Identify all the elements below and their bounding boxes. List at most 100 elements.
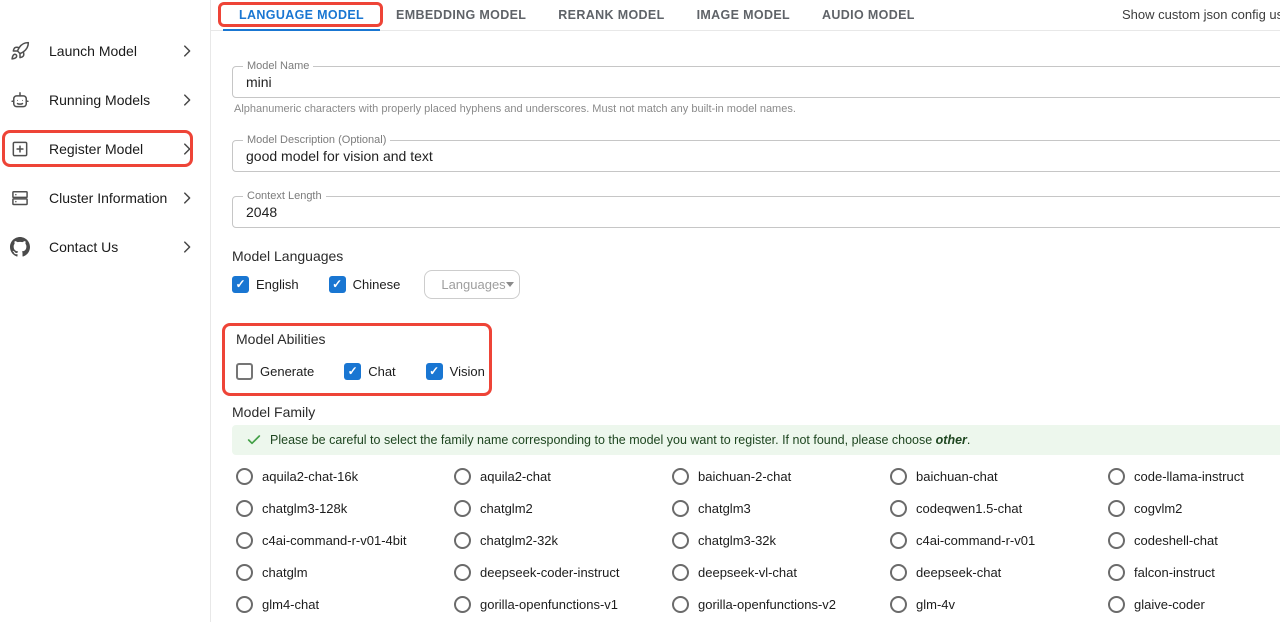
radio-chatglm3[interactable]: chatglm3 xyxy=(668,492,886,524)
radio-label: chatglm3-128k xyxy=(262,501,347,516)
radio-codeqwen1-5-chat[interactable]: codeqwen1.5-chat xyxy=(886,492,1104,524)
checkbox-icon[interactable] xyxy=(232,276,249,293)
radio-icon[interactable] xyxy=(236,532,253,549)
radio-codeshell-chat[interactable]: codeshell-chat xyxy=(1104,524,1280,556)
radio-icon[interactable] xyxy=(236,500,253,517)
radio-icon[interactable] xyxy=(890,468,907,485)
check-icon xyxy=(246,432,262,448)
checkbox-icon[interactable] xyxy=(236,363,253,380)
checkbox-icon[interactable] xyxy=(344,363,361,380)
radio-chatglm2[interactable]: chatglm2 xyxy=(450,492,668,524)
radio-baichuan-chat[interactable]: baichuan-chat xyxy=(886,460,1104,492)
sidebar-item-register-model[interactable]: Register Model xyxy=(0,124,210,173)
radio-icon[interactable] xyxy=(672,532,689,549)
radio-icon[interactable] xyxy=(1108,596,1125,613)
radio-icon[interactable] xyxy=(236,468,253,485)
radio-glaive-coder[interactable]: glaive-coder xyxy=(1104,588,1280,620)
context-length-field[interactable]: Context Length 2048 xyxy=(232,196,1280,228)
radio-icon[interactable] xyxy=(454,500,471,517)
radio-icon[interactable] xyxy=(454,532,471,549)
radio-label: chatglm xyxy=(262,565,308,580)
main-content: LANGUAGE MODELEMBEDDING MODELRERANK MODE… xyxy=(211,0,1280,622)
radio-aquila2-chat[interactable]: aquila2-chat xyxy=(450,460,668,492)
ability-checkbox-chat[interactable]: Chat xyxy=(344,363,395,380)
radio-icon[interactable] xyxy=(454,468,471,485)
radio-c4ai-command-r-v01-4bit[interactable]: c4ai-command-r-v01-4bit xyxy=(232,524,450,556)
radio-icon[interactable] xyxy=(454,564,471,581)
radio-label: c4ai-command-r-v01-4bit xyxy=(262,533,407,548)
radio-glm4-chat[interactable]: glm4-chat xyxy=(232,588,450,620)
tab-audio-model[interactable]: AUDIO MODEL xyxy=(806,0,931,30)
radio-label: glaive-coder xyxy=(1134,597,1205,612)
radio-baichuan-2-chat[interactable]: baichuan-2-chat xyxy=(668,460,886,492)
robot-icon xyxy=(10,90,30,110)
radio-chatglm3-32k[interactable]: chatglm3-32k xyxy=(668,524,886,556)
radio-icon[interactable] xyxy=(672,468,689,485)
sidebar-item-running-models[interactable]: Running Models xyxy=(0,75,210,124)
radio-chatglm[interactable]: chatglm xyxy=(232,556,450,588)
sidebar-item-label: Launch Model xyxy=(49,43,178,59)
radio-icon[interactable] xyxy=(1108,500,1125,517)
radio-deepseek-coder-instruct[interactable]: deepseek-coder-instruct xyxy=(450,556,668,588)
radio-label: aquila2-chat xyxy=(480,469,551,484)
language-checkbox-english[interactable]: English xyxy=(232,276,299,293)
sidebar-item-contact-us[interactable]: Contact Us xyxy=(0,222,210,271)
radio-icon[interactable] xyxy=(236,564,253,581)
radio-label: deepseek-chat xyxy=(916,565,1001,580)
radio-label: deepseek-vl-chat xyxy=(698,565,797,580)
radio-c4ai-command-r-v01[interactable]: c4ai-command-r-v01 xyxy=(886,524,1104,556)
radio-icon[interactable] xyxy=(890,564,907,581)
radio-falcon-instruct[interactable]: falcon-instruct xyxy=(1104,556,1280,588)
ability-checkbox-generate[interactable]: Generate xyxy=(236,363,314,380)
radio-deepseek-vl-chat[interactable]: deepseek-vl-chat xyxy=(668,556,886,588)
languages-select[interactable]: Languages xyxy=(424,270,520,299)
radio-icon[interactable] xyxy=(672,500,689,517)
radio-icon[interactable] xyxy=(890,596,907,613)
radio-label: glm-4v xyxy=(916,597,955,612)
checkbox-label: English xyxy=(256,277,299,292)
language-checkbox-chinese[interactable]: Chinese xyxy=(329,276,401,293)
context-length-input[interactable]: 2048 xyxy=(233,197,1280,227)
model-type-tabs: LANGUAGE MODELEMBEDDING MODELRERANK MODE… xyxy=(223,0,931,30)
model-name-input[interactable]: mini xyxy=(233,67,1280,97)
radio-icon[interactable] xyxy=(890,532,907,549)
show-json-config-toggle[interactable]: Show custom json config used b xyxy=(1122,7,1280,22)
context-length-label: Context Length xyxy=(243,190,326,203)
model-description-field[interactable]: Model Description (Optional) good model … xyxy=(232,140,1280,172)
radio-icon[interactable] xyxy=(454,596,471,613)
radio-cogvlm2[interactable]: cogvlm2 xyxy=(1104,492,1280,524)
radio-gorilla-openfunctions-v2[interactable]: gorilla-openfunctions-v2 xyxy=(668,588,886,620)
chevron-right-icon xyxy=(178,42,196,60)
radio-icon[interactable] xyxy=(672,564,689,581)
radio-label: aquila2-chat-16k xyxy=(262,469,358,484)
chevron-right-icon xyxy=(178,238,196,256)
model-family-notice-text: Please be careful to select the family n… xyxy=(270,433,970,447)
radio-icon[interactable] xyxy=(1108,532,1125,549)
radio-chatglm3-128k[interactable]: chatglm3-128k xyxy=(232,492,450,524)
chevron-right-icon xyxy=(178,91,196,109)
radio-icon[interactable] xyxy=(1108,468,1125,485)
radio-icon[interactable] xyxy=(890,500,907,517)
radio-icon[interactable] xyxy=(236,596,253,613)
checkbox-icon[interactable] xyxy=(426,363,443,380)
radio-deepseek-chat[interactable]: deepseek-chat xyxy=(886,556,1104,588)
radio-code-llama-instruct[interactable]: code-llama-instruct xyxy=(1104,460,1280,492)
sidebar-item-launch-model[interactable]: Launch Model xyxy=(0,26,210,75)
tab-language-model[interactable]: LANGUAGE MODEL xyxy=(223,0,380,30)
checkbox-icon[interactable] xyxy=(329,276,346,293)
sidebar-item-cluster-information[interactable]: Cluster Information xyxy=(0,173,210,222)
radio-label: c4ai-command-r-v01 xyxy=(916,533,1035,548)
sidebar-item-label: Contact Us xyxy=(49,239,178,255)
tab-rerank-model[interactable]: RERANK MODEL xyxy=(542,0,680,30)
ability-checkbox-vision[interactable]: Vision xyxy=(426,363,485,380)
radio-glm-4v[interactable]: glm-4v xyxy=(886,588,1104,620)
radio-icon[interactable] xyxy=(672,596,689,613)
radio-aquila2-chat-16k[interactable]: aquila2-chat-16k xyxy=(232,460,450,492)
add-box-icon xyxy=(10,139,30,159)
radio-icon[interactable] xyxy=(1108,564,1125,581)
radio-gorilla-openfunctions-v1[interactable]: gorilla-openfunctions-v1 xyxy=(450,588,668,620)
tab-image-model[interactable]: IMAGE MODEL xyxy=(681,0,806,30)
tab-embedding-model[interactable]: EMBEDDING MODEL xyxy=(380,0,542,30)
model-name-field[interactable]: Model Name mini xyxy=(232,66,1280,98)
radio-chatglm2-32k[interactable]: chatglm2-32k xyxy=(450,524,668,556)
